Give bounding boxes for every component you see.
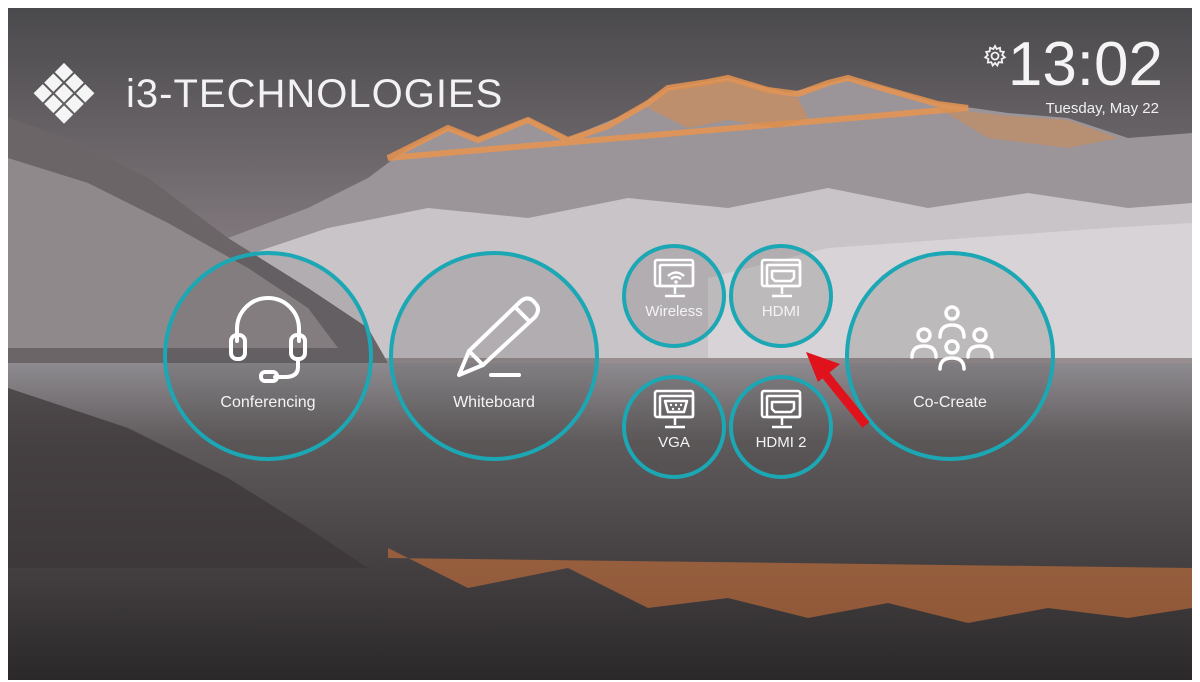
cocreate-label: Co-Create — [913, 394, 987, 411]
cocreate-tile[interactable]: Co-Create — [845, 251, 1055, 461]
red-arrow-annotation-icon — [806, 352, 870, 428]
vga-label: VGA — [658, 434, 690, 451]
whiteboard-tile[interactable]: Whiteboard — [389, 251, 599, 461]
hdmi2-label: HDMI 2 — [755, 434, 807, 451]
wireless-monitor-icon — [653, 258, 695, 298]
pencil-icon — [457, 296, 540, 377]
wireless-tile[interactable]: Wireless — [622, 244, 726, 348]
wireless-label: Wireless — [645, 303, 703, 320]
home-screen: i3-TECHNOLOGIES 13:02 Tuesday, May 22 Co… — [8, 8, 1192, 680]
conferencing-tile[interactable]: Conferencing — [163, 251, 373, 461]
conferencing-label: Conferencing — [220, 394, 316, 411]
hdmi-tile[interactable]: HDMI — [729, 244, 833, 348]
clock-time: 13:02 — [1007, 30, 1163, 99]
gear-icon[interactable] — [983, 44, 1007, 68]
hdmi-monitor-icon — [760, 389, 802, 429]
people-group-icon — [910, 305, 994, 371]
vga-tile[interactable]: VGA — [622, 375, 726, 479]
hdmi-monitor-icon — [760, 258, 802, 298]
clock-date: Tuesday, May 22 — [1045, 100, 1159, 117]
whiteboard-label: Whiteboard — [453, 394, 535, 411]
hdmi-label: HDMI — [761, 303, 801, 320]
vga-monitor-icon — [653, 389, 695, 429]
brand-name: i3-TECHNOLOGIES — [126, 72, 504, 116]
headset-icon — [229, 296, 307, 383]
i3-logo-icon — [33, 62, 95, 124]
